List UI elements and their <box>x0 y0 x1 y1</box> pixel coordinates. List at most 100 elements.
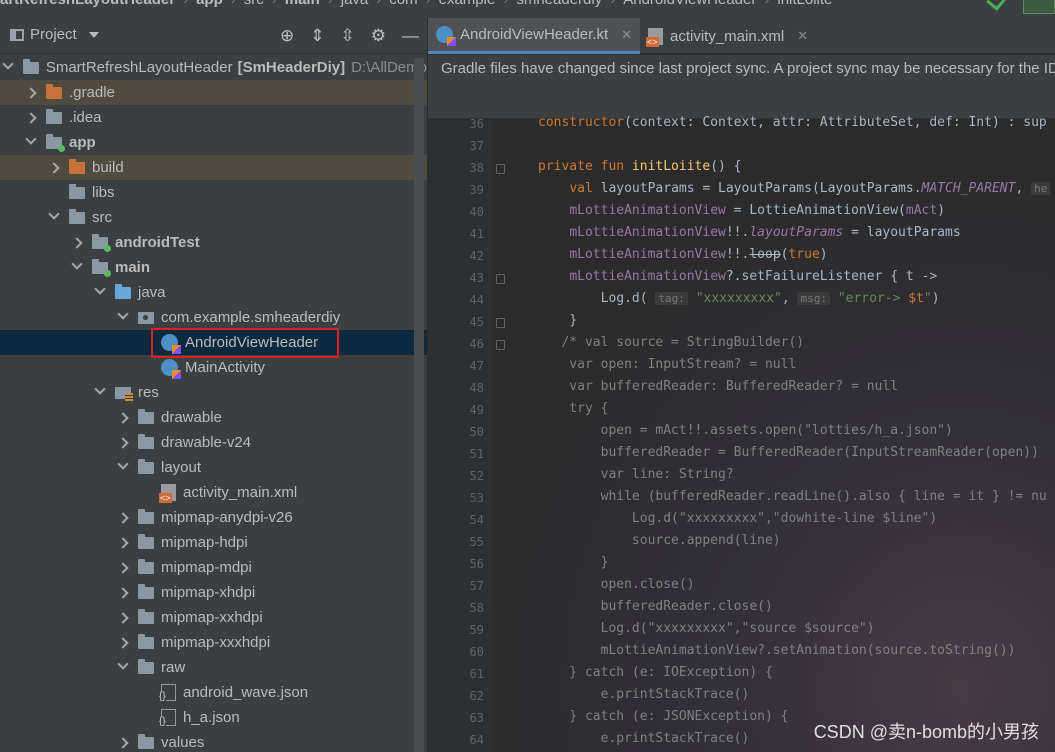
code-line[interactable]: try { <box>538 401 608 416</box>
tree-item[interactable]: layout <box>0 455 427 480</box>
code-line[interactable]: mLottieAnimationView!!.layoutParams = la… <box>538 225 960 240</box>
code-line[interactable]: /* val source = StringBuilder() <box>538 335 804 350</box>
collapse-all-icon[interactable]: ⇳ <box>341 26 355 46</box>
chevron-right-icon[interactable] <box>116 530 130 555</box>
breadcrumb-item[interactable]: java <box>341 0 369 8</box>
tree-item[interactable]: activity_main.xml <box>0 480 427 505</box>
chevron-right-icon[interactable] <box>116 580 130 605</box>
code-line[interactable]: while (bufferedReader.readLine().also { … <box>538 489 1047 504</box>
code-line[interactable]: } <box>538 555 609 570</box>
code-line[interactable]: mLottieAnimationView?.setFailureListener… <box>538 269 937 284</box>
tree-item[interactable]: values <box>0 730 427 752</box>
breadcrumb-item[interactable]: com <box>389 0 417 8</box>
gear-icon[interactable]: ⚙ <box>371 26 386 46</box>
tree-item[interactable]: mipmap-anydpi-v26 <box>0 505 427 530</box>
breadcrumb-item[interactable]: artRefreshLayoutHeader <box>0 0 175 8</box>
chevron-right-icon[interactable] <box>116 630 130 655</box>
code-line[interactable]: Log.d( tag: "xxxxxxxxx", msg: "error-> $… <box>538 291 940 306</box>
fold-marker-icon[interactable] <box>496 340 505 350</box>
tree-item[interactable]: main <box>0 255 427 280</box>
tree-item[interactable]: SmartRefreshLayoutHeader [SmHeaderDiy] D:\… <box>0 55 427 80</box>
code-line[interactable]: } catch (e: JSONException) { <box>538 709 788 724</box>
chevron-down-icon[interactable] <box>47 205 61 230</box>
code-line[interactable]: bufferedReader = BufferedReader(InputStr… <box>538 445 1039 460</box>
pane-scrollbar[interactable] <box>414 58 424 752</box>
project-view-selector[interactable]: Project <box>10 26 99 43</box>
fold-marker-icon[interactable] <box>496 164 505 174</box>
code-line[interactable]: mLottieAnimationView?.setAnimation(sourc… <box>538 643 1016 658</box>
code-line[interactable]: val layoutParams = LayoutParams(LayoutPa… <box>538 181 1051 196</box>
tree-item[interactable]: java <box>0 280 427 305</box>
code-line[interactable]: var bufferedReader: BufferedReader? = nu… <box>538 379 898 394</box>
editor-tab[interactable]: AndroidViewHeader.kt ✕ <box>428 18 641 54</box>
code-line[interactable]: e.printStackTrace() <box>538 687 750 702</box>
tree-item[interactable]: drawable-v24 <box>0 430 427 455</box>
code-line[interactable]: var open: InputStream? = null <box>538 357 796 372</box>
fold-marker-icon[interactable] <box>496 274 505 284</box>
breadcrumb-item[interactable]: app <box>196 0 223 8</box>
tree-item[interactable]: raw <box>0 655 427 680</box>
breadcrumb-item[interactable]: example <box>439 0 496 8</box>
expand-all-icon[interactable]: ⇕ <box>310 26 324 46</box>
close-icon[interactable]: ✕ <box>797 28 808 44</box>
chevron-down-icon[interactable] <box>116 655 130 680</box>
tree-item[interactable]: mipmap-mdpi <box>0 555 427 580</box>
breadcrumb-item[interactable]: initLoiite <box>777 0 832 8</box>
tree-item[interactable]: mipmap-hdpi <box>0 530 427 555</box>
tree-item[interactable]: build <box>0 155 427 180</box>
tree-item[interactable]: android_wave.json <box>0 680 427 705</box>
chevron-right-icon[interactable] <box>24 105 38 130</box>
code-line[interactable]: private fun initLoiite() { <box>538 159 742 174</box>
code-line[interactable]: Log.d("xxxxxxxxx","source $source") <box>538 621 875 636</box>
code-line[interactable]: Log.d("xxxxxxxxx","dowhite-line $line") <box>538 511 937 526</box>
tree-item[interactable]: drawable <box>0 405 427 430</box>
tree-item[interactable]: res <box>0 380 427 405</box>
chevron-right-icon[interactable] <box>116 405 130 430</box>
run-config-button[interactable] <box>1023 0 1055 14</box>
tree-item[interactable]: mipmap-xxhdpi <box>0 605 427 630</box>
tree-item[interactable]: mipmap-xhdpi <box>0 580 427 605</box>
code-line[interactable]: } <box>538 313 577 328</box>
tree-item[interactable]: .gradle <box>0 80 427 105</box>
breadcrumb-item[interactable]: src <box>244 0 264 8</box>
code-line[interactable]: } catch (e: IOException) { <box>538 665 773 680</box>
code-line[interactable]: open.close() <box>538 577 695 592</box>
code-line[interactable]: mLottieAnimationView = LottieAnimationVi… <box>538 203 945 218</box>
code-area[interactable]: 36 37 38 39 40 41 42 43 44 45 46 47 48 49 50 51 52 53 54 55… <box>428 115 1055 752</box>
code-line[interactable]: mLottieAnimationView!!.loop(true) <box>538 247 827 262</box>
fold-marker-icon[interactable] <box>496 318 505 328</box>
locate-file-icon[interactable]: ⊕ <box>280 26 294 46</box>
build-hammer-icon[interactable] <box>986 0 1006 11</box>
close-icon[interactable]: ✕ <box>621 27 632 43</box>
code-line[interactable]: var line: String? <box>538 467 734 482</box>
breadcrumb-item[interactable]: main <box>285 0 320 8</box>
chevron-down-icon[interactable] <box>24 130 38 155</box>
tree-item[interactable]: mipmap-xxxhdpi <box>0 630 427 655</box>
editor-tab[interactable]: activity_main.xml ✕ <box>640 18 816 54</box>
tree-item[interactable]: .idea <box>0 105 427 130</box>
code-line[interactable]: bufferedReader.close() <box>538 599 773 614</box>
tree-item[interactable]: androidTest <box>0 230 427 255</box>
breadcrumb-item[interactable]: AndroidViewHeader <box>623 0 756 8</box>
code-line[interactable]: e.printStackTrace() <box>538 731 750 746</box>
chevron-right-icon[interactable] <box>47 155 61 180</box>
chevron-right-icon[interactable] <box>24 80 38 105</box>
hide-icon[interactable]: — <box>402 26 419 46</box>
chevron-right-icon[interactable] <box>116 730 130 752</box>
chevron-right-icon[interactable] <box>116 505 130 530</box>
tree-item[interactable]: app <box>0 130 427 155</box>
tree-item[interactable]: libs <box>0 180 427 205</box>
chevron-right-icon[interactable] <box>70 230 84 255</box>
tree-item[interactable]: h_a.json <box>0 705 427 730</box>
code-line[interactable]: source.append(line) <box>538 533 781 548</box>
chevron-right-icon[interactable] <box>116 605 130 630</box>
tree-item[interactable]: com.example.smheaderdiy <box>0 305 427 330</box>
chevron-down-icon[interactable] <box>116 305 130 330</box>
chevron-down-icon[interactable] <box>1 55 15 80</box>
chevron-down-icon[interactable] <box>93 280 107 305</box>
chevron-down-icon[interactable] <box>93 380 107 405</box>
code-line[interactable]: constructor(context: Context, attr: Attr… <box>538 115 1047 130</box>
chevron-right-icon[interactable] <box>116 555 130 580</box>
chevron-down-icon[interactable] <box>116 455 130 480</box>
code-line[interactable]: open = mAct!!.assets.open("lotties/h_a.j… <box>538 423 953 438</box>
